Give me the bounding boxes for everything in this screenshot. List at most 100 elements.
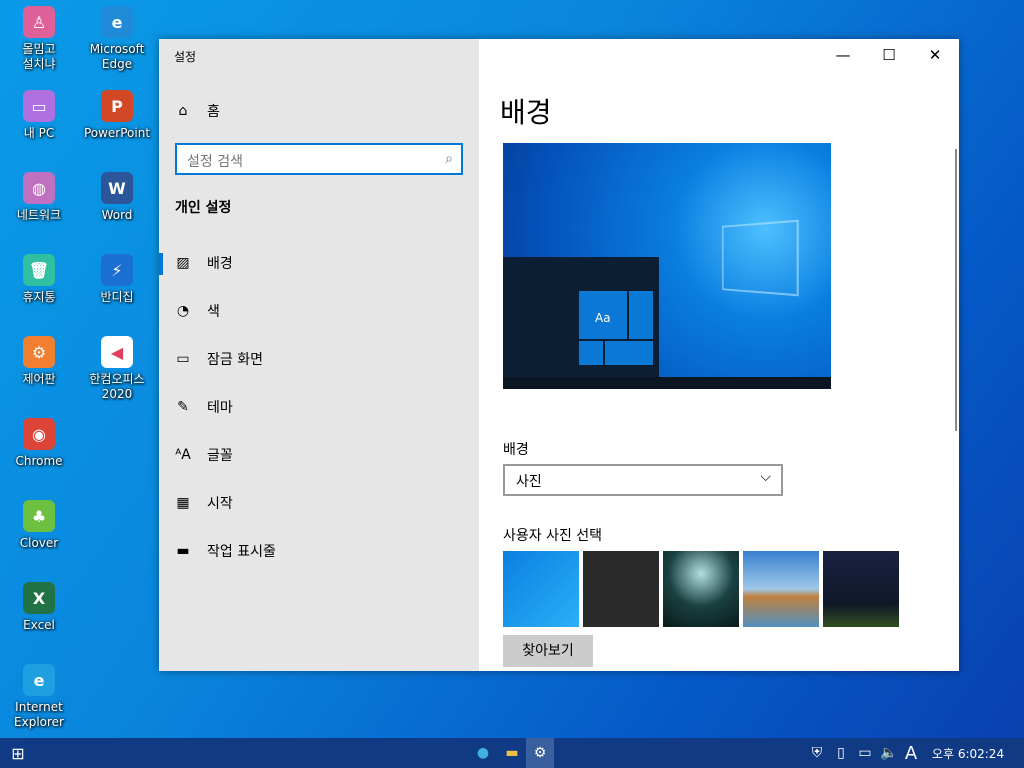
theme-icon: ✎	[177, 399, 189, 415]
maximize-button[interactable]: ☐	[866, 39, 912, 71]
background-label: 배경	[503, 442, 529, 458]
home-icon: ⌂	[178, 103, 188, 119]
desktop-icon[interactable]: e Internet Explorer	[1, 664, 77, 730]
nav-item-label: 시작	[207, 496, 233, 512]
window-title: 설정	[174, 50, 197, 64]
nav-item[interactable]: ▦ 시작	[159, 483, 479, 523]
desktop-icon-label: PowerPoint	[83, 126, 151, 140]
search-placeholder: 설정 검색	[187, 154, 243, 170]
desktop-icon-label: 제어판	[22, 372, 56, 386]
nav-item[interactable]: ✎ 테마	[159, 387, 479, 427]
background-preview: Aa	[503, 143, 831, 389]
desktop-icon[interactable]: ⚡ 반디집	[79, 254, 155, 305]
desktop-icon-label: Word	[101, 208, 133, 222]
network-icon[interactable]: ▭	[854, 738, 876, 768]
desktop-icon[interactable]: X Excel	[1, 582, 77, 633]
photo-thumbnail[interactable]	[583, 551, 659, 627]
desktop-icon-label: 휴지통	[22, 290, 56, 304]
desktop-icon-label: 반디집	[100, 290, 134, 304]
desktop-icon[interactable]: ♣ Clover	[1, 500, 77, 551]
taskbar: ⊞ ● ▬ ⚙ ⛨ ▯ ▭ 🔈 A 오후 6:02:24	[0, 738, 1024, 768]
background-dropdown[interactable]: 사진 ⌵	[503, 464, 783, 496]
search-icon: ⌕	[445, 151, 453, 167]
user-hanger-icon: ♙	[23, 6, 55, 38]
settings-window: 설정 ⌂ 홈 설정 검색 ⌕ 개인 설정 ▨ 배경 ◔ 색 ▭ 잠금 화면 ✎ 테마 ᴬA 글꼴 ▦ 시작…	[159, 39, 959, 671]
word-icon: W	[101, 172, 133, 204]
globe-icon: ◍	[23, 172, 55, 204]
font-icon: ᴬA	[175, 447, 191, 463]
nav-item-label: 색	[207, 304, 220, 320]
nav-item[interactable]: ▭ 잠금 화면	[159, 339, 479, 379]
clock[interactable]: 오후 6:02:24	[928, 738, 1008, 768]
hancom-icon: ◀	[101, 336, 133, 368]
ime-indicator[interactable]: A	[900, 738, 922, 768]
nav-item-label: 잠금 화면	[207, 352, 263, 368]
photo-thumbnail[interactable]	[743, 551, 819, 627]
desktop-icon[interactable]: 🗑 휴지통	[1, 254, 77, 305]
bandizip-icon: ⚡	[101, 254, 133, 286]
nav-item[interactable]: ᴬA 글꼴	[159, 435, 479, 475]
chrome-icon: ◉	[23, 418, 55, 450]
palette-icon: ◔	[176, 303, 190, 319]
desktop-icon-label: Excel	[23, 618, 55, 632]
desktop-icon-label: 내 PC	[23, 126, 55, 140]
photo-thumbnail[interactable]	[823, 551, 899, 627]
desktop-icon[interactable]: ⚙ 제어판	[1, 336, 77, 387]
desktop-icon-label: Chrome	[15, 454, 63, 468]
nav-item[interactable]: ▬ 작업 표시줄	[159, 531, 479, 571]
photo-thumbnail[interactable]	[503, 551, 579, 627]
desktop-icon[interactable]: e Microsoft Edge	[79, 6, 155, 72]
browse-button[interactable]: 찾아보기	[503, 635, 593, 667]
photo-thumbnail[interactable]	[663, 551, 739, 627]
security-shield-icon[interactable]: ⛨	[806, 738, 828, 768]
image-icon: ▨	[176, 255, 190, 271]
nav-home[interactable]: ⌂ 홈	[159, 91, 479, 131]
taskbar-icon: ▬	[176, 543, 190, 559]
scrollbar[interactable]	[955, 149, 957, 431]
sidebar: 설정 ⌂ 홈 설정 검색 ⌕ 개인 설정 ▨ 배경 ◔ 색 ▭ 잠금 화면 ✎ 테마 ᴬA 글꼴 ▦ 시작…	[159, 39, 479, 671]
clover-icon: ♣	[23, 500, 55, 532]
desktop-icon-label: 네트워크	[16, 208, 62, 222]
lock-screen-icon: ▭	[176, 351, 190, 367]
edge-icon: e	[101, 6, 133, 38]
trash-icon: 🗑	[23, 254, 55, 286]
close-button[interactable]: ✕	[912, 39, 958, 71]
minimize-button[interactable]: —	[820, 39, 866, 71]
nav-item[interactable]: ▨ 배경	[159, 243, 479, 283]
usb-icon[interactable]: ▯	[830, 738, 852, 768]
nav-item-label: 배경	[207, 256, 233, 272]
desktop-icon[interactable]: ◉ Chrome	[1, 418, 77, 469]
desktop-icon[interactable]: ◍ 네트워크	[1, 172, 77, 223]
desktop-icon[interactable]: ♙ 몰밈고 설치냐	[1, 6, 77, 72]
desktop-icon-label: Internet Explorer	[14, 700, 64, 729]
desktop-icon[interactable]: ◀ 한컴오피스 2020	[79, 336, 155, 402]
desktop-icon[interactable]: P PowerPoint	[79, 90, 155, 141]
desktop-icon[interactable]: ▭ 내 PC	[1, 90, 77, 141]
nav-item-label: 작업 표시줄	[207, 544, 276, 560]
gear-icon: ⚙	[23, 336, 55, 368]
settings-taskbar-icon[interactable]: ⚙	[526, 738, 554, 768]
ie-icon: e	[23, 664, 55, 696]
powerpoint-icon: P	[101, 90, 133, 122]
nav-home-label: 홈	[207, 104, 220, 120]
nav-item[interactable]: ◔ 색	[159, 291, 479, 331]
desktop-icon-label: 몰밈고 설치냐	[22, 42, 56, 71]
preview-tile-text: Aa	[595, 311, 611, 325]
windows-logo-icon	[722, 219, 799, 297]
excel-icon: X	[23, 582, 55, 614]
folder-icon[interactable]: ▬	[498, 738, 526, 768]
dropdown-value: 사진	[516, 474, 542, 490]
search-input[interactable]: 설정 검색 ⌕	[175, 143, 463, 175]
start-button[interactable]: ⊞	[0, 738, 36, 768]
page-title: 배경	[500, 96, 552, 129]
nav-item-label: 테마	[207, 400, 233, 416]
desktop-icon-label: Clover	[19, 536, 59, 550]
start-icon: ▦	[176, 495, 190, 511]
desktop-icon[interactable]: W Word	[79, 172, 155, 223]
volume-icon[interactable]: 🔈	[878, 738, 900, 768]
desktop-icon-label: Microsoft Edge	[89, 42, 145, 71]
edge-taskbar-icon[interactable]: ●	[468, 738, 498, 768]
choose-photo-label: 사용자 사진 선택	[503, 528, 603, 544]
chevron-down-icon: ⌵	[760, 469, 771, 485]
monitor-icon: ▭	[23, 90, 55, 122]
